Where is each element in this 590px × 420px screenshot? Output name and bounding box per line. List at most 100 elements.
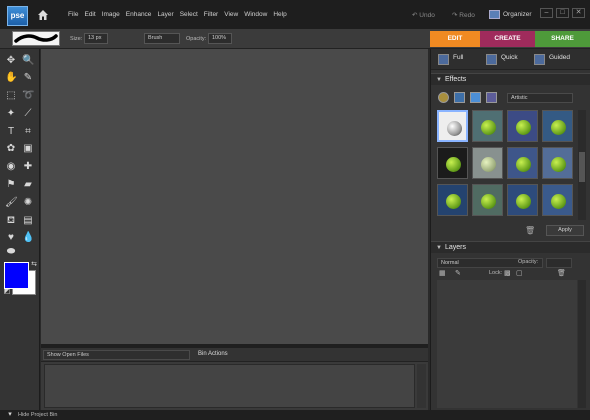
lock-label: Lock: <box>489 270 503 276</box>
tab-edit[interactable]: EDIT <box>430 31 480 47</box>
show-open-files-select[interactable]: Show Open Files <box>43 350 190 360</box>
paint-bucket-tool-icon[interactable]: ⛾ <box>5 215 17 226</box>
lock-all-icon[interactable]: ▩ <box>504 269 511 277</box>
effect-thumbnail[interactable] <box>507 184 538 216</box>
guided-edit-icon <box>534 54 545 65</box>
lasso-tool-icon[interactable]: ➰ <box>22 90 34 101</box>
spot-healing-tool-icon[interactable]: ✚ <box>22 161 34 172</box>
sponge-tool-icon[interactable]: ⬬ <box>5 246 17 257</box>
home-icon[interactable] <box>37 9 49 21</box>
gradient-tool-icon[interactable]: ▤ <box>22 215 34 226</box>
tab-share[interactable]: SHARE <box>535 31 590 47</box>
type-tool-icon[interactable]: T <box>5 126 17 137</box>
marquee-tool-icon[interactable]: ⬚ <box>5 90 17 101</box>
effect-thumbnail[interactable] <box>507 110 538 142</box>
effects-scrollbar[interactable] <box>578 110 586 220</box>
foreground-color-swatch[interactable] <box>4 262 29 289</box>
layers-scrollbar[interactable] <box>578 280 586 408</box>
effects-category-select[interactable]: Artistic <box>507 93 573 103</box>
menu-image[interactable]: Image <box>102 11 120 18</box>
cookie-cutter-tool-icon[interactable]: ✿ <box>5 143 17 154</box>
organizer-button[interactable]: Organizer <box>503 11 532 18</box>
red-eye-tool-icon[interactable]: ◉ <box>5 161 17 172</box>
effect-thumbnail[interactable] <box>472 184 503 216</box>
menu-edit[interactable]: Edit <box>84 11 95 18</box>
photo-effects-icon[interactable] <box>470 92 481 103</box>
hand-tool-icon[interactable]: ✋ <box>5 72 17 83</box>
mode-full[interactable]: Full <box>453 54 463 61</box>
menu-enhance[interactable]: Enhance <box>126 11 152 18</box>
menu-window[interactable]: Window <box>244 11 267 18</box>
hide-project-bin-button[interactable]: Hide Project Bin <box>18 412 57 418</box>
custom-shape-tool-icon[interactable]: ♥ <box>5 232 17 243</box>
hide-bin-icon[interactable]: ▾ <box>4 410 16 420</box>
layer-styles-icon[interactable] <box>438 92 449 103</box>
new-layer-icon[interactable]: ▦ <box>439 269 446 277</box>
canvas-area[interactable] <box>41 49 428 344</box>
brush-preset-picker[interactable] <box>12 31 60 46</box>
project-bin-scrollbar[interactable] <box>417 364 426 408</box>
effects-toolbar: Artistic <box>431 86 590 108</box>
magic-wand-tool-icon[interactable]: ✦ <box>5 108 17 119</box>
effect-thumbnail[interactable] <box>472 110 503 142</box>
eraser-tool-icon[interactable]: ▰ <box>22 179 34 190</box>
effects-scroll-thumb[interactable] <box>579 152 585 182</box>
redo-label: Redo <box>459 12 475 19</box>
effects-thumbnails <box>437 110 573 220</box>
layer-list[interactable] <box>437 280 577 408</box>
menu-file[interactable]: File <box>68 11 78 18</box>
menu-filter[interactable]: Filter <box>204 11 218 18</box>
undo-label: Undo <box>419 12 435 19</box>
effect-thumbnail[interactable] <box>542 184 573 216</box>
trash-icon[interactable]: 🗑 <box>525 226 535 235</box>
redo-button[interactable]: ↷ Redo <box>452 11 475 19</box>
filters-icon[interactable] <box>454 92 465 103</box>
maximize-button[interactable]: □ <box>556 8 569 18</box>
size-label: Size: <box>70 36 83 42</box>
app-logo: pse <box>7 6 28 26</box>
brush-tool-icon[interactable]: 🖌 <box>5 197 18 208</box>
menu-help[interactable]: Help <box>273 11 286 18</box>
mode-quick[interactable]: Quick <box>501 54 518 61</box>
effect-thumbnail[interactable] <box>542 110 573 142</box>
brush-icon[interactable]: ✎ <box>455 269 461 277</box>
lock-transparency-icon[interactable]: ▢ <box>516 269 523 277</box>
effect-thumbnail[interactable] <box>437 110 468 142</box>
swap-colors-icon[interactable]: ⇆ <box>28 259 40 270</box>
selection-brush-tool-icon[interactable]: ⟋ <box>22 108 34 119</box>
effect-thumbnail[interactable] <box>437 184 468 216</box>
eyedropper-tool-icon[interactable]: ✎ <box>22 72 34 83</box>
bin-actions-button[interactable]: Bin Actions <box>198 351 228 357</box>
recompose-tool-icon[interactable]: ▣ <box>22 143 34 154</box>
all-effects-icon[interactable] <box>486 92 497 103</box>
delete-layer-icon[interactable]: 🗑 <box>557 269 566 277</box>
organizer-icon[interactable] <box>489 10 500 19</box>
smart-brush-tool-icon[interactable]: ✺ <box>22 197 34 208</box>
apply-button[interactable]: Apply <box>546 225 584 236</box>
effect-thumbnail[interactable] <box>542 147 573 179</box>
tab-create[interactable]: CREATE <box>480 31 535 47</box>
crop-tool-icon[interactable]: ⌗ <box>22 126 34 137</box>
layers-panel-header[interactable]: ▼ Layers <box>431 241 590 253</box>
menu-layer[interactable]: Layer <box>157 11 173 18</box>
opacity-field[interactable]: 100% <box>208 33 232 44</box>
mode-guided[interactable]: Guided <box>549 54 570 61</box>
main-menu: File Edit Image Enhance Layer Select Fil… <box>68 11 293 18</box>
blur-tool-icon[interactable]: 💧 <box>22 232 34 243</box>
size-field[interactable]: 13 px <box>84 33 108 44</box>
effect-thumbnail[interactable] <box>507 147 538 179</box>
minimize-button[interactable]: – <box>540 8 553 18</box>
zoom-tool-icon[interactable]: 🔍 <box>22 55 34 66</box>
menu-select[interactable]: Select <box>180 11 198 18</box>
menu-view[interactable]: View <box>224 11 238 18</box>
effects-panel-header[interactable]: ▼ Effects <box>431 73 590 85</box>
effect-thumbnail[interactable] <box>437 147 468 179</box>
move-tool-icon[interactable]: ✥ <box>5 55 17 66</box>
toolbox: ✥ 🔍 ✋ ✎ ⬚ ➰ ✦ ⟋ T ⌗ ✿ ▣ ◉ ✚ ⚑ ▰ 🖌 ✺ ⛾ ▤ … <box>0 49 40 410</box>
effect-thumbnail[interactable] <box>472 147 503 179</box>
clone-stamp-tool-icon[interactable]: ⚑ <box>5 179 17 190</box>
close-button[interactable]: ✕ <box>572 8 585 18</box>
layer-opacity-field[interactable] <box>546 258 572 268</box>
brush-mode-select[interactable]: Brush <box>144 33 180 44</box>
undo-button[interactable]: ↶ Undo <box>412 11 435 19</box>
